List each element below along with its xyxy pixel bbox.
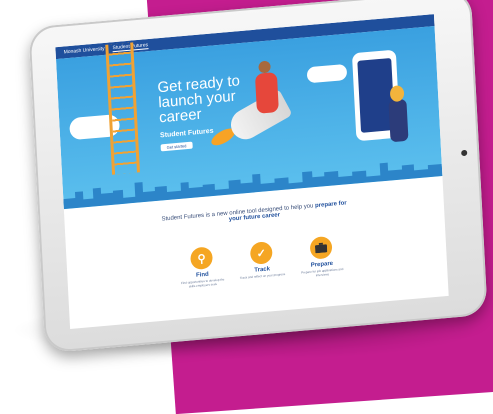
hero-subtitle: Student Futures xyxy=(159,127,214,140)
intro-text: Student Futures is a new online tool des… xyxy=(154,200,354,229)
search-icon: ⚲ xyxy=(189,246,214,271)
ladder-illustration xyxy=(105,42,140,175)
tablet-device: Monash University Student Futures Get re… xyxy=(28,0,488,354)
feature-track[interactable]: ✓ Track Track and reflect on your progre… xyxy=(236,240,288,284)
feature-find[interactable]: ⚲ Find Find opportunities to develop the… xyxy=(176,245,228,289)
woman-illustration xyxy=(388,98,409,143)
get-started-button[interactable]: Get started xyxy=(160,141,193,152)
brand-label[interactable]: Monash University xyxy=(63,46,104,56)
person-illustration xyxy=(254,71,279,114)
camera-icon xyxy=(461,149,468,157)
cloud-illustration xyxy=(306,63,348,84)
check-icon: ✓ xyxy=(249,241,273,265)
tablet-screen: Monash University Student Futures Get re… xyxy=(55,14,449,329)
feature-prepare[interactable]: Prepare Prepare for job applications and… xyxy=(296,235,348,279)
hero-banner: Get ready to launch your career Student … xyxy=(55,26,443,210)
briefcase-icon xyxy=(309,235,333,260)
features-row: ⚲ Find Find opportunities to develop the… xyxy=(176,235,347,290)
